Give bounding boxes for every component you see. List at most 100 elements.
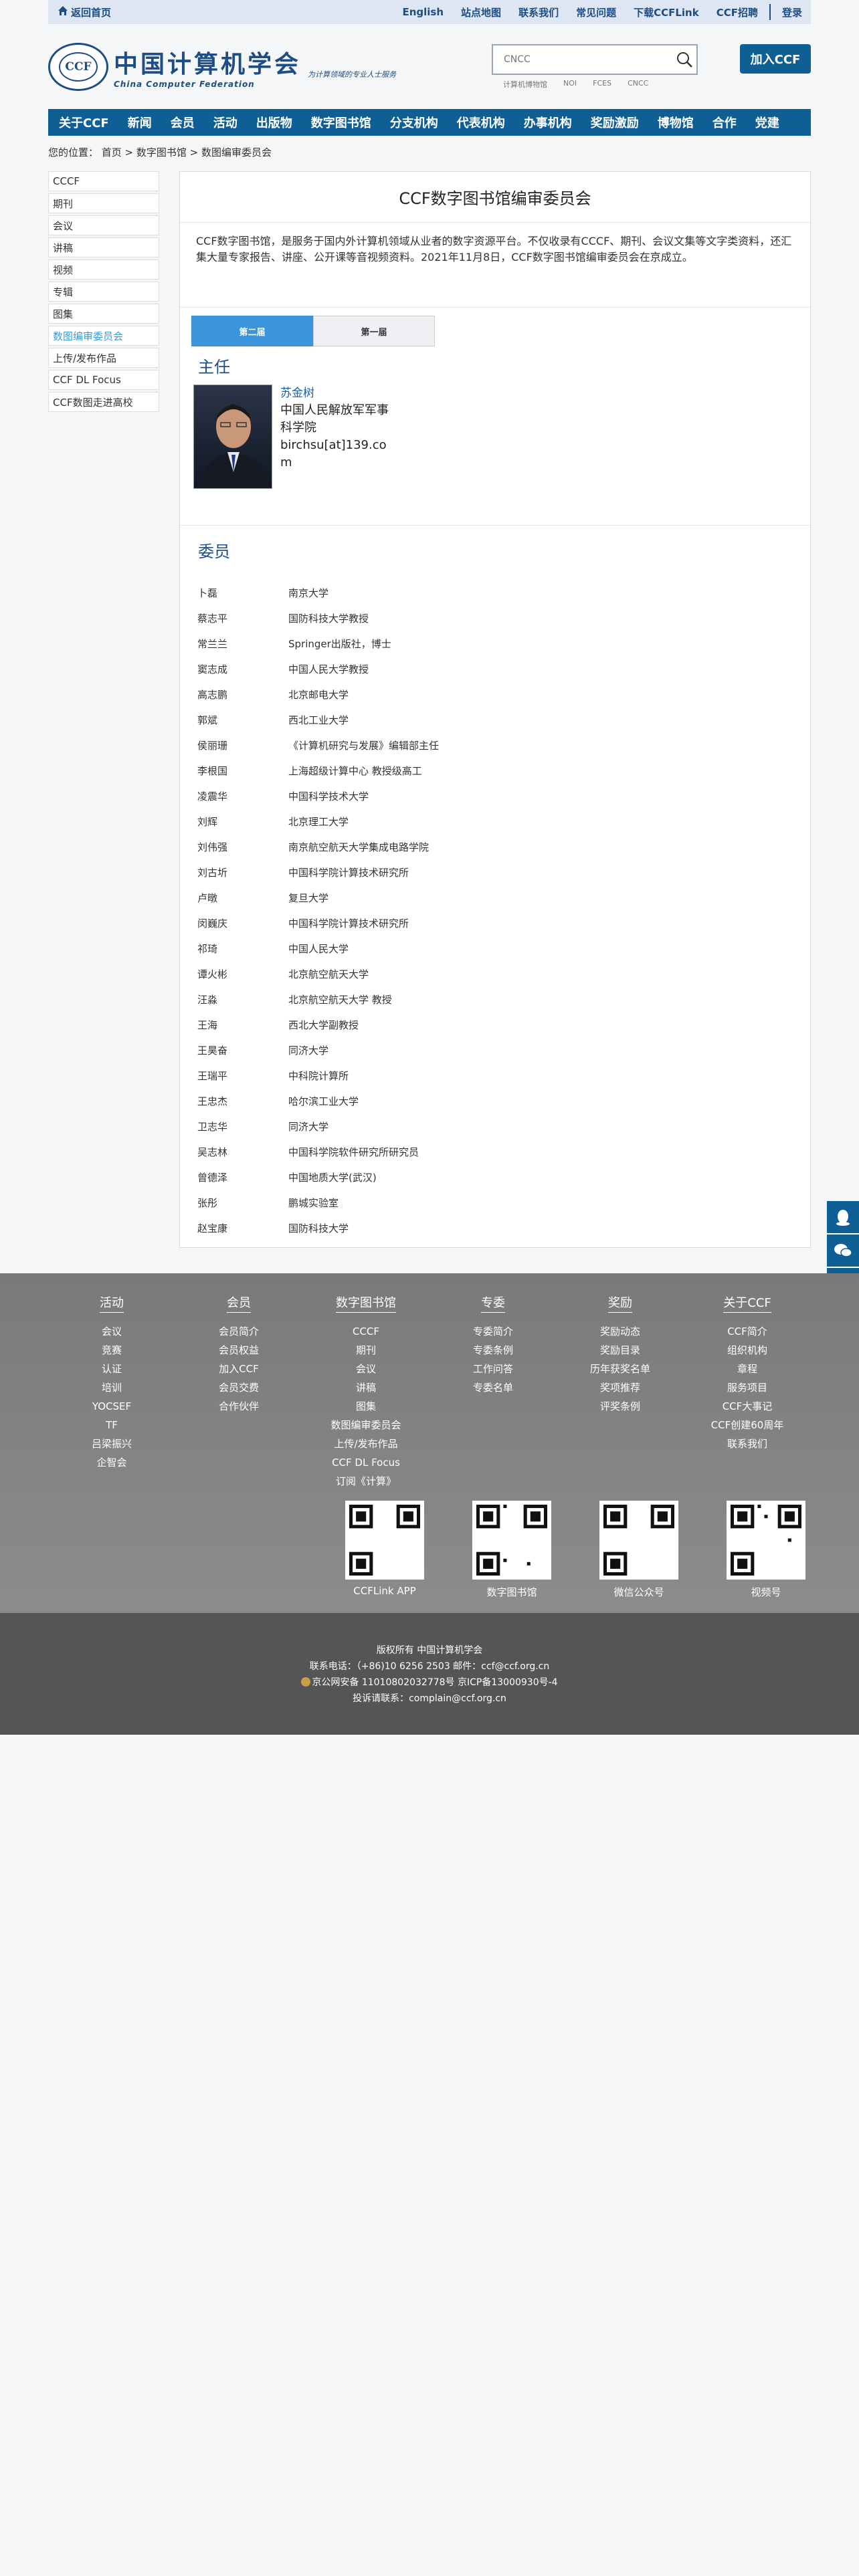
footer-link[interactable]: 评奖条例 [557,1397,684,1416]
ccf-logo[interactable]: CCF 中国计算机学会 China Computer Federation 为计… [48,43,396,91]
member-org: 北京理工大学 [288,815,349,828]
footer-link[interactable]: 合作伙伴 [175,1397,302,1416]
nav-item[interactable]: 奖励激励 [581,114,648,131]
footer-link[interactable]: 会议 [302,1360,430,1378]
top-link[interactable]: 登录 [782,5,802,19]
nav-item[interactable]: 党建 [746,114,789,131]
footer-link[interactable]: 会员权益 [175,1341,302,1360]
nav-item[interactable]: 出版物 [247,114,302,131]
footer-link[interactable]: 专委名单 [430,1378,557,1397]
footer-column: 关于CCF CCF简介 组织机构 章程 服务项目 CCF大事记 CCF创建60周年 联系我们 [684,1293,811,1491]
tab-second-term[interactable]: 第二届 [191,316,313,346]
footer-link[interactable]: 奖励目录 [557,1341,684,1360]
tab-first-term[interactable]: 第一届 [313,316,435,346]
nav-item[interactable]: 分支机构 [381,114,448,131]
footer-link[interactable]: 奖励动态 [557,1322,684,1341]
footer-heading[interactable]: 活动 [100,1293,124,1313]
top-link[interactable]: 联系我们 [518,5,559,19]
footer-link[interactable]: CCF DL Focus [302,1453,430,1472]
footer-link[interactable]: 会议 [48,1322,175,1341]
footer-link[interactable]: 服务项目 [684,1378,811,1397]
search-icon[interactable] [672,47,696,72]
footer-link[interactable]: 培训 [48,1378,175,1397]
footer-link[interactable]: 认证 [48,1360,175,1378]
top-link[interactable]: 站点地图 [461,5,501,19]
footer-link[interactable]: 竞赛 [48,1341,175,1360]
sidebar-item[interactable]: CCF数图走进高校 [48,392,159,412]
footer-link[interactable]: CCF大事记 [684,1397,811,1416]
footer-link[interactable]: 吕梁振兴 [48,1434,175,1453]
nav-item[interactable]: 关于CCF [48,114,118,131]
home-link-label: 返回首页 [71,6,112,19]
nav-item[interactable]: 合作 [703,114,746,131]
footer-link[interactable]: 上传/发布作品 [302,1434,430,1453]
footer-link[interactable]: CCF简介 [684,1322,811,1341]
top-link[interactable]: English [402,6,444,18]
footer-heading[interactable]: 会员 [227,1293,251,1313]
footer-link[interactable]: 会员交费 [175,1378,302,1397]
footer-link[interactable]: 历年获奖名单 [557,1360,684,1378]
footer-link[interactable]: 订阅《计算》 [302,1472,430,1491]
qq-icon[interactable] [827,1201,859,1235]
search-input[interactable] [493,45,672,74]
wechat-icon[interactable] [827,1235,859,1268]
top-link[interactable]: 常见问题 [576,5,616,19]
nav-item[interactable]: 活动 [204,114,247,131]
footer-link[interactable]: 专委条例 [430,1341,557,1360]
footer-link[interactable]: TF [48,1416,175,1434]
footer-heading[interactable]: 奖励 [608,1293,632,1313]
sidebar-item[interactable]: 上传/发布作品 [48,348,159,368]
sidebar-item[interactable]: 会议 [48,215,159,235]
footer-link[interactable]: 工作问答 [430,1360,557,1378]
breadcrumb: 您的位置： 首页 > 数字图书馆 > 数图编审委员会 [48,146,272,158]
footer-link[interactable]: 加入CCF [175,1360,302,1378]
hot-link[interactable]: 计算机博物馆 [503,79,547,90]
nav-item[interactable]: 办事机构 [514,114,581,131]
sidebar-item[interactable]: 图集 [48,304,159,324]
police-badge-icon [301,1677,311,1687]
nav-item[interactable]: 数字图书馆 [302,114,381,131]
member-name: 卫志华 [197,1120,228,1133]
sidebar-item[interactable]: CCCF [48,171,159,191]
home-icon [58,5,68,19]
sidebar-item[interactable]: 讲稿 [48,237,159,257]
sidebar-item[interactable]: 期刊 [48,193,159,213]
join-ccf-button[interactable]: 加入CCF [740,44,811,74]
member-org: 北京邮电大学 [288,688,349,701]
member-org: 西北工业大学 [288,714,349,726]
hot-link[interactable]: FCES [593,79,611,90]
footer-link[interactable]: CCCF [302,1322,430,1341]
top-link[interactable]: CCF招聘 [717,5,758,19]
home-link[interactable]: 返回首页 [58,5,111,19]
footer-heading[interactable]: 关于CCF [723,1293,771,1313]
footer-link[interactable]: 讲稿 [302,1378,430,1397]
footer-link[interactable]: CCF创建60周年 [684,1416,811,1434]
nav-item[interactable]: 代表机构 [448,114,514,131]
sidebar-item[interactable]: 视频 [48,259,159,280]
top-bar: 返回首页 English 站点地图 联系我们 常见问题 下载CCFLink CCF招聘 登录 [48,0,811,24]
footer-link[interactable]: 数图编审委员会 [302,1416,430,1434]
footer-link[interactable]: 章程 [684,1360,811,1378]
footer-link[interactable]: 组织机构 [684,1341,811,1360]
footer-link[interactable]: 企智会 [48,1453,175,1472]
footer-link[interactable]: 联系我们 [684,1434,811,1453]
hot-link[interactable]: NOI [563,79,577,90]
hot-link[interactable]: CNCC [628,79,648,90]
footer-link[interactable]: 奖项推荐 [557,1378,684,1397]
director-name[interactable]: 苏金树 [280,385,391,402]
sidebar-item[interactable]: 专辑 [48,282,159,302]
top-link[interactable]: 下载CCFLink [634,5,699,19]
nav-item[interactable]: 新闻 [118,114,161,131]
sidebar-item[interactable]: CCF DL Focus [48,370,159,390]
sidebar-item[interactable]: 数图编审委员会 [48,326,159,346]
nav-item[interactable]: 博物馆 [648,114,703,131]
footer-link[interactable]: 图集 [302,1397,430,1416]
footer-link[interactable]: 专委简介 [430,1322,557,1341]
footer-link[interactable]: YOCSEF [48,1397,175,1416]
member-name: 刘古圻 [197,866,228,879]
footer-heading[interactable]: 专委 [481,1293,505,1313]
footer-heading[interactable]: 数字图书馆 [336,1293,396,1313]
footer-link[interactable]: 会员简介 [175,1322,302,1341]
nav-item[interactable]: 会员 [161,114,204,131]
footer-link[interactable]: 期刊 [302,1341,430,1360]
